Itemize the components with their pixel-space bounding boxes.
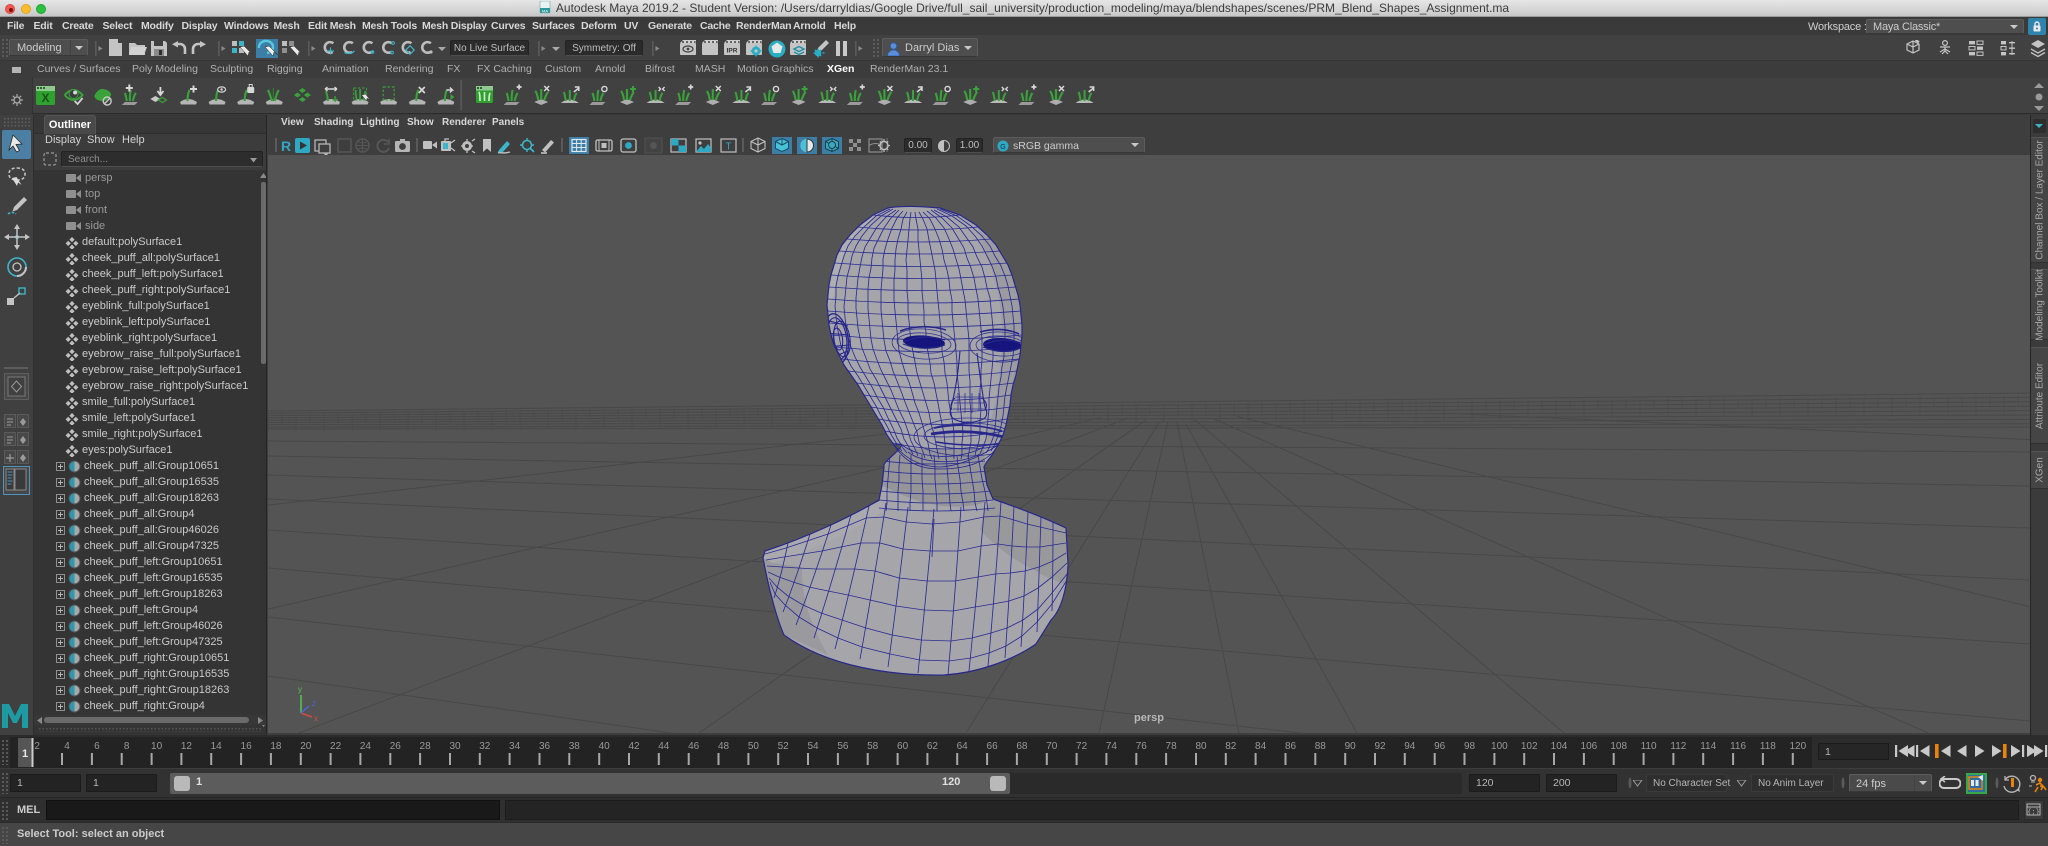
svg-text:80: 80 — [1195, 741, 1207, 752]
svg-text:120: 120 — [1789, 741, 1806, 752]
svg-text:2: 2 — [34, 741, 40, 752]
svg-text:100: 100 — [1491, 741, 1508, 752]
svg-text:62: 62 — [927, 741, 939, 752]
svg-text:60: 60 — [897, 741, 909, 752]
svg-text:110: 110 — [1641, 741, 1657, 752]
svg-text:G: G — [1000, 144, 1005, 151]
svg-text:102: 102 — [1521, 741, 1538, 752]
svg-text:10: 10 — [151, 741, 163, 752]
svg-text:76: 76 — [1136, 741, 1148, 752]
svg-text:64: 64 — [957, 741, 969, 752]
svg-text:114: 114 — [1700, 741, 1716, 752]
svg-text:28: 28 — [420, 741, 432, 752]
svg-text:IPR: IPR — [727, 48, 738, 55]
svg-text:94: 94 — [1404, 741, 1416, 752]
svg-text:6: 6 — [94, 741, 100, 752]
svg-text:66: 66 — [987, 741, 999, 752]
svg-text:92: 92 — [1374, 741, 1386, 752]
svg-text:30: 30 — [449, 741, 461, 752]
svg-text:z: z — [312, 699, 316, 708]
svg-text:46: 46 — [688, 741, 700, 752]
svg-text:104: 104 — [1551, 741, 1568, 752]
svg-text:26: 26 — [390, 741, 402, 752]
svg-text:34: 34 — [509, 741, 521, 752]
svg-text:106: 106 — [1581, 741, 1598, 752]
svg-text:112: 112 — [1670, 741, 1686, 752]
svg-text:20: 20 — [300, 741, 312, 752]
svg-text:8: 8 — [124, 741, 130, 752]
svg-text:108: 108 — [1610, 741, 1627, 752]
svg-text:14: 14 — [211, 741, 223, 752]
svg-text:persp: persp — [1134, 712, 1164, 724]
svg-text:96: 96 — [1434, 741, 1446, 752]
svg-text:18: 18 — [270, 741, 282, 752]
svg-text:1: 1 — [22, 748, 28, 760]
svg-text:84: 84 — [1255, 741, 1267, 752]
svg-text:56: 56 — [837, 741, 849, 752]
svg-text:16: 16 — [241, 741, 253, 752]
svg-text:12: 12 — [181, 741, 193, 752]
svg-text:58: 58 — [867, 741, 879, 752]
svg-text:36: 36 — [539, 741, 551, 752]
svg-text:X: X — [41, 91, 49, 105]
svg-text:74: 74 — [1106, 741, 1118, 752]
svg-text:48: 48 — [718, 741, 730, 752]
svg-text:x: x — [314, 714, 318, 723]
svg-text:70: 70 — [1046, 741, 1058, 752]
svg-text:T: T — [725, 142, 731, 153]
svg-text:50: 50 — [748, 741, 760, 752]
svg-text:88: 88 — [1315, 741, 1327, 752]
svg-text:24: 24 — [360, 741, 372, 752]
svg-text:82: 82 — [1225, 741, 1237, 752]
svg-text:42: 42 — [628, 741, 640, 752]
svg-text:{;}: {;} — [2027, 809, 2040, 817]
svg-text:R: R — [281, 138, 291, 154]
svg-text:52: 52 — [778, 741, 790, 752]
svg-text:98: 98 — [1464, 741, 1476, 752]
svg-text:44: 44 — [658, 741, 670, 752]
svg-text:72: 72 — [1076, 741, 1088, 752]
svg-text:54: 54 — [807, 741, 819, 752]
svg-text:38: 38 — [569, 741, 581, 752]
svg-text:86: 86 — [1285, 741, 1297, 752]
svg-text:90: 90 — [1345, 741, 1357, 752]
svg-text:MA: MA — [542, 8, 548, 13]
svg-text:116: 116 — [1730, 741, 1746, 752]
svg-text:4: 4 — [64, 741, 70, 752]
svg-text:22: 22 — [330, 741, 342, 752]
svg-text:40: 40 — [599, 741, 611, 752]
svg-text:y: y — [298, 685, 302, 694]
svg-text:118: 118 — [1760, 741, 1776, 752]
svg-text:78: 78 — [1166, 741, 1178, 752]
svg-text:32: 32 — [479, 741, 491, 752]
svg-text:68: 68 — [1016, 741, 1028, 752]
